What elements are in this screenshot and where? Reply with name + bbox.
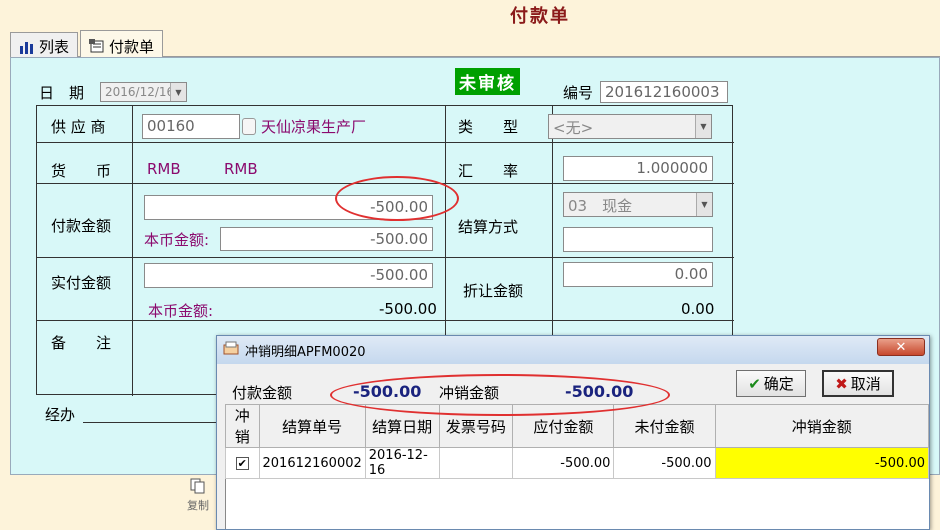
tab-payment-label: 付款单 xyxy=(109,37,155,56)
chevron-down-icon[interactable]: ▼ xyxy=(696,193,712,216)
currency-code: RMB xyxy=(147,160,181,178)
highlight-ellipse xyxy=(335,176,459,221)
col-offset[interactable]: 冲销 xyxy=(225,404,260,448)
table-row[interactable]: ✔ 201612160002 2016-12-16 -500.00 -500.0… xyxy=(225,447,929,479)
local-amount-value: -500.00 xyxy=(370,230,428,248)
copy-icon xyxy=(190,478,205,494)
discount-input[interactable]: 0.00 xyxy=(563,262,713,287)
rate-input[interactable]: 1.000000 xyxy=(563,156,713,181)
settle-select[interactable]: 03 现金 ▼ xyxy=(563,192,713,217)
chevron-down-icon[interactable]: ▼ xyxy=(695,115,711,138)
handler-line xyxy=(83,422,223,423)
actual-amount-label: 实付金额 xyxy=(51,274,112,292)
discount-label: 折让金额 xyxy=(463,282,524,300)
chevron-down-icon[interactable]: ▼ xyxy=(170,83,186,101)
actual-amount-input[interactable]: -500.00 xyxy=(144,263,433,288)
bar-chart-icon xyxy=(19,40,35,54)
window-title: 付款单 xyxy=(510,6,570,27)
row-settle-no: 201612160002 xyxy=(258,447,366,479)
confirm-label: 确定 xyxy=(763,375,794,393)
offset-detail-dialog: 冲销明细APFM0020 ✕ 付款金额 -500.00 冲销金额 -500.00… xyxy=(216,335,930,530)
actual-amount-value: -500.00 xyxy=(370,266,428,284)
number-value: 201612160003 xyxy=(605,83,720,101)
row-checkbox[interactable]: ✔ xyxy=(235,456,249,470)
supplier-label: 供 应 商 xyxy=(51,118,106,136)
remark-label: 备 注 xyxy=(51,334,112,352)
tab-list[interactable]: 列表 xyxy=(10,32,79,57)
pay-amount-label: 付款金额 xyxy=(51,217,112,235)
copy-label: 复制 xyxy=(187,499,209,512)
row-invoice-no xyxy=(438,447,514,479)
dialog-pay-amount-label: 付款金额 xyxy=(232,384,293,402)
type-value: <无> xyxy=(553,119,594,137)
supplier-code-value: 00160 xyxy=(147,117,195,135)
actual-local-label: 本币金额: xyxy=(148,302,214,320)
discount-local-value: 0.00 xyxy=(681,300,715,318)
row-payable: -500.00 xyxy=(512,447,615,479)
row-checkbox-cell[interactable]: ✔ xyxy=(225,447,260,479)
copy-button[interactable]: 复制 xyxy=(183,478,213,513)
settle-value: 03 现金 xyxy=(568,197,633,215)
offset-table: 冲销 结算单号 结算日期 发票号码 应付金额 未付金额 冲销金额 ✔ 20161… xyxy=(225,404,929,479)
col-unpaid[interactable]: 未付金额 xyxy=(613,404,716,448)
cancel-x-icon: ✖ xyxy=(835,374,848,393)
highlight-ellipse xyxy=(330,374,670,416)
currency-name: RMB xyxy=(224,160,258,178)
row-offset-amount[interactable]: -500.00 xyxy=(714,447,929,479)
handler-label: 经办 xyxy=(45,406,76,424)
tab-payment[interactable]: 付款单 xyxy=(80,30,164,58)
number-label: 编号 xyxy=(563,84,594,102)
local-amount-label: 本币金额: xyxy=(144,231,210,249)
supplier-name: 天仙凉果生产厂 xyxy=(261,118,367,136)
col-settle-no[interactable]: 结算单号 xyxy=(258,404,366,448)
checkmark-icon: ✔ xyxy=(748,374,761,393)
settle-label: 结算方式 xyxy=(458,218,519,236)
dialog-title: 冲销明细APFM0020 xyxy=(245,344,366,360)
close-button[interactable]: ✕ xyxy=(877,338,925,356)
tab-bar: 列表 付款单 xyxy=(10,30,940,58)
row-settle-date: 2016-12-16 xyxy=(364,447,440,479)
tab-list-label: 列表 xyxy=(39,38,70,56)
row-unpaid: -500.00 xyxy=(613,447,716,479)
date-value: 2016/12/16 xyxy=(105,85,175,99)
close-icon: ✕ xyxy=(895,339,907,355)
type-label: 类 型 xyxy=(458,118,519,136)
rate-label: 汇 率 xyxy=(458,162,519,180)
dialog-app-icon xyxy=(223,341,239,359)
type-select[interactable]: <无> ▼ xyxy=(548,114,712,139)
local-amount-input[interactable]: -500.00 xyxy=(220,227,433,251)
date-picker[interactable]: 2016/12/16 ▼ xyxy=(100,82,187,102)
actual-local-value: -500.00 xyxy=(379,300,437,318)
discount-value: 0.00 xyxy=(674,265,708,283)
col-offset-amount[interactable]: 冲销金额 xyxy=(714,404,929,448)
number-field[interactable]: 201612160003 xyxy=(600,81,728,103)
supplier-code-input[interactable]: 00160 xyxy=(142,114,240,139)
currency-label: 货 币 xyxy=(51,162,112,180)
settle-extra-input[interactable] xyxy=(563,227,713,252)
confirm-button[interactable]: ✔ 确定 xyxy=(736,370,806,397)
lookup-button[interactable] xyxy=(242,118,256,135)
dialog-titlebar: 冲销明细APFM0020 ✕ xyxy=(217,336,929,364)
date-label: 日 期 xyxy=(39,84,85,102)
status-badge: 未审核 xyxy=(455,68,520,95)
cancel-button[interactable]: ✖ 取消 xyxy=(822,370,894,397)
form-icon xyxy=(89,39,105,53)
rate-value: 1.000000 xyxy=(636,159,708,177)
cancel-label: 取消 xyxy=(850,375,881,393)
